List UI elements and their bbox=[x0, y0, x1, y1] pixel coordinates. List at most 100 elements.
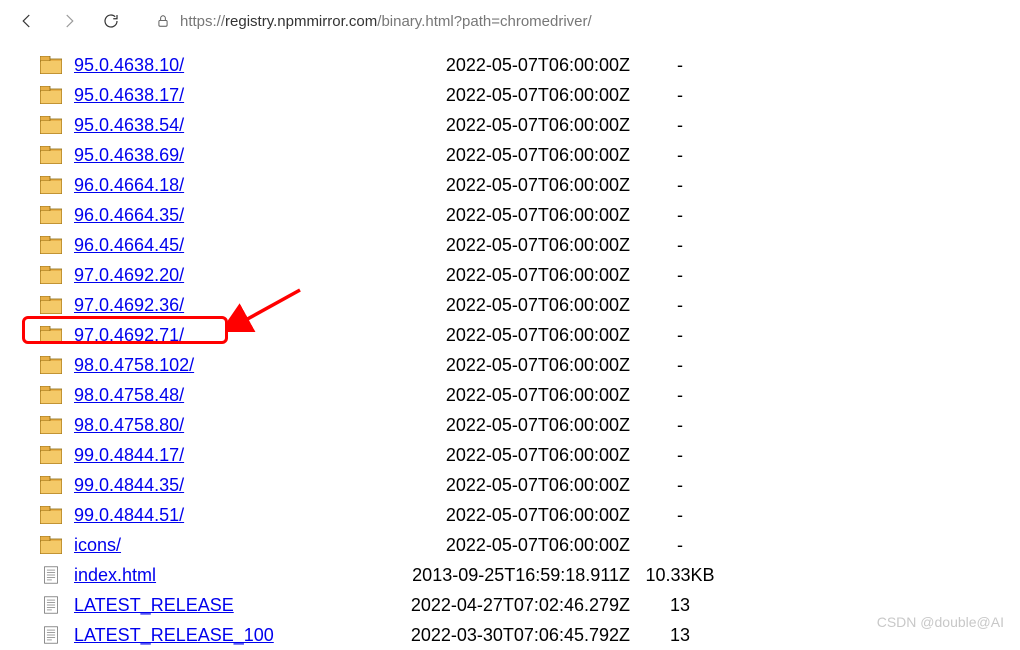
entry-size: - bbox=[630, 475, 730, 496]
entry-size: - bbox=[630, 85, 730, 106]
folder-icon bbox=[0, 146, 68, 164]
entry-date: 2013-09-25T16:59:18.911Z bbox=[370, 565, 630, 586]
entry-date: 2022-05-07T06:00:00Z bbox=[370, 355, 630, 376]
listing-row: 95.0.4638.10/2022-05-07T06:00:00Z- bbox=[0, 50, 1020, 80]
entry-link[interactable]: index.html bbox=[74, 565, 156, 585]
entry-link[interactable]: 95.0.4638.10/ bbox=[74, 55, 184, 75]
entry-link[interactable]: 96.0.4664.45/ bbox=[74, 235, 184, 255]
entry-size: - bbox=[630, 265, 730, 286]
entry-date: 2022-05-07T06:00:00Z bbox=[370, 55, 630, 76]
entry-date: 2022-05-07T06:00:00Z bbox=[370, 325, 630, 346]
entry-link[interactable]: 96.0.4664.35/ bbox=[74, 205, 184, 225]
file-icon bbox=[0, 626, 68, 644]
folder-icon bbox=[0, 446, 68, 464]
listing-row: LATEST_RELEASE_100 2022-03-30T07:06:45.79… bbox=[0, 620, 1020, 650]
folder-icon bbox=[0, 296, 68, 314]
listing-row: index.html 2013-09-25T16:59:18.911Z10.33K… bbox=[0, 560, 1020, 590]
entry-link[interactable]: LATEST_RELEASE bbox=[74, 595, 234, 615]
entry-link[interactable]: icons/ bbox=[74, 535, 121, 555]
listing-row: 96.0.4664.35/2022-05-07T06:00:00Z- bbox=[0, 200, 1020, 230]
folder-icon bbox=[0, 236, 68, 254]
listing-row: 97.0.4692.36/2022-05-07T06:00:00Z- bbox=[0, 290, 1020, 320]
listing-row: 98.0.4758.48/2022-05-07T06:00:00Z- bbox=[0, 380, 1020, 410]
entry-size: - bbox=[630, 505, 730, 526]
lock-icon bbox=[156, 13, 170, 29]
entry-link[interactable]: 96.0.4664.18/ bbox=[74, 175, 184, 195]
entry-size: - bbox=[630, 535, 730, 556]
listing-row: icons/2022-05-07T06:00:00Z- bbox=[0, 530, 1020, 560]
folder-icon bbox=[0, 266, 68, 284]
entry-date: 2022-05-07T06:00:00Z bbox=[370, 535, 630, 556]
entry-link[interactable]: 95.0.4638.17/ bbox=[74, 85, 184, 105]
entry-date: 2022-05-07T06:00:00Z bbox=[370, 415, 630, 436]
entry-size: - bbox=[630, 325, 730, 346]
entry-link[interactable]: 98.0.4758.80/ bbox=[74, 415, 184, 435]
entry-link[interactable]: 97.0.4692.20/ bbox=[74, 265, 184, 285]
file-icon bbox=[0, 596, 68, 614]
folder-icon bbox=[0, 206, 68, 224]
entry-size: - bbox=[630, 115, 730, 136]
entry-size: - bbox=[630, 205, 730, 226]
entry-size: 13 bbox=[630, 595, 730, 616]
entry-link[interactable]: LATEST_RELEASE_100 bbox=[74, 625, 274, 645]
entry-size: - bbox=[630, 175, 730, 196]
entry-size: - bbox=[630, 145, 730, 166]
entry-size: - bbox=[630, 235, 730, 256]
entry-link[interactable]: 97.0.4692.71/ bbox=[74, 325, 184, 345]
watermark: CSDN @double@AI bbox=[877, 614, 1004, 630]
folder-icon bbox=[0, 536, 68, 554]
url-text: https://registry.npmmirror.com/binary.ht… bbox=[180, 13, 1002, 30]
folder-icon bbox=[0, 326, 68, 344]
entry-link[interactable]: 98.0.4758.102/ bbox=[74, 355, 194, 375]
folder-icon bbox=[0, 86, 68, 104]
folder-icon bbox=[0, 176, 68, 194]
entry-date: 2022-05-07T06:00:00Z bbox=[370, 205, 630, 226]
listing-row: 95.0.4638.69/2022-05-07T06:00:00Z- bbox=[0, 140, 1020, 170]
listing-row: 99.0.4844.17/2022-05-07T06:00:00Z- bbox=[0, 440, 1020, 470]
entry-link[interactable]: 97.0.4692.36/ bbox=[74, 295, 184, 315]
folder-icon bbox=[0, 116, 68, 134]
address-bar[interactable]: https://registry.npmmirror.com/binary.ht… bbox=[146, 5, 1012, 37]
listing-row: 99.0.4844.35/2022-05-07T06:00:00Z- bbox=[0, 470, 1020, 500]
entry-link[interactable]: 99.0.4844.35/ bbox=[74, 475, 184, 495]
entry-date: 2022-03-30T07:06:45.792Z bbox=[370, 625, 630, 646]
entry-size: 10.33KB bbox=[630, 565, 730, 586]
listing-row: 98.0.4758.102/2022-05-07T06:00:00Z- bbox=[0, 350, 1020, 380]
folder-icon bbox=[0, 56, 68, 74]
entry-link[interactable]: 95.0.4638.54/ bbox=[74, 115, 184, 135]
folder-icon bbox=[0, 476, 68, 494]
entry-date: 2022-05-07T06:00:00Z bbox=[370, 175, 630, 196]
refresh-button[interactable] bbox=[92, 5, 130, 37]
entry-size: - bbox=[630, 355, 730, 376]
listing-row: 95.0.4638.54/2022-05-07T06:00:00Z- bbox=[0, 110, 1020, 140]
entry-link[interactable]: 99.0.4844.51/ bbox=[74, 505, 184, 525]
entry-size: - bbox=[630, 295, 730, 316]
folder-icon bbox=[0, 386, 68, 404]
entry-date: 2022-04-27T07:02:46.279Z bbox=[370, 595, 630, 616]
forward-button[interactable] bbox=[50, 5, 88, 37]
entry-date: 2022-05-07T06:00:00Z bbox=[370, 295, 630, 316]
entry-date: 2022-05-07T06:00:00Z bbox=[370, 385, 630, 406]
entry-link[interactable]: 95.0.4638.69/ bbox=[74, 145, 184, 165]
listing-row: 96.0.4664.45/2022-05-07T06:00:00Z- bbox=[0, 230, 1020, 260]
entry-date: 2022-05-07T06:00:00Z bbox=[370, 235, 630, 256]
listing-row: 98.0.4758.80/2022-05-07T06:00:00Z- bbox=[0, 410, 1020, 440]
entry-link[interactable]: 98.0.4758.48/ bbox=[74, 385, 184, 405]
listing-row: 97.0.4692.71/2022-05-07T06:00:00Z- bbox=[0, 320, 1020, 350]
entry-size: - bbox=[630, 415, 730, 436]
browser-toolbar: https://registry.npmmirror.com/binary.ht… bbox=[0, 0, 1020, 42]
entry-date: 2022-05-07T06:00:00Z bbox=[370, 505, 630, 526]
listing-row: 97.0.4692.20/2022-05-07T06:00:00Z- bbox=[0, 260, 1020, 290]
listing-row: 99.0.4844.51/2022-05-07T06:00:00Z- bbox=[0, 500, 1020, 530]
file-icon bbox=[0, 566, 68, 584]
entry-size: - bbox=[630, 445, 730, 466]
listing-row: 95.0.4638.17/2022-05-07T06:00:00Z- bbox=[0, 80, 1020, 110]
entry-size: - bbox=[630, 55, 730, 76]
entry-date: 2022-05-07T06:00:00Z bbox=[370, 265, 630, 286]
entry-date: 2022-05-07T06:00:00Z bbox=[370, 475, 630, 496]
entry-date: 2022-05-07T06:00:00Z bbox=[370, 445, 630, 466]
entry-link[interactable]: 99.0.4844.17/ bbox=[74, 445, 184, 465]
listing-row: LATEST_RELEASE 2022-04-27T07:02:46.279Z13 bbox=[0, 590, 1020, 620]
back-button[interactable] bbox=[8, 5, 46, 37]
entry-date: 2022-05-07T06:00:00Z bbox=[370, 85, 630, 106]
